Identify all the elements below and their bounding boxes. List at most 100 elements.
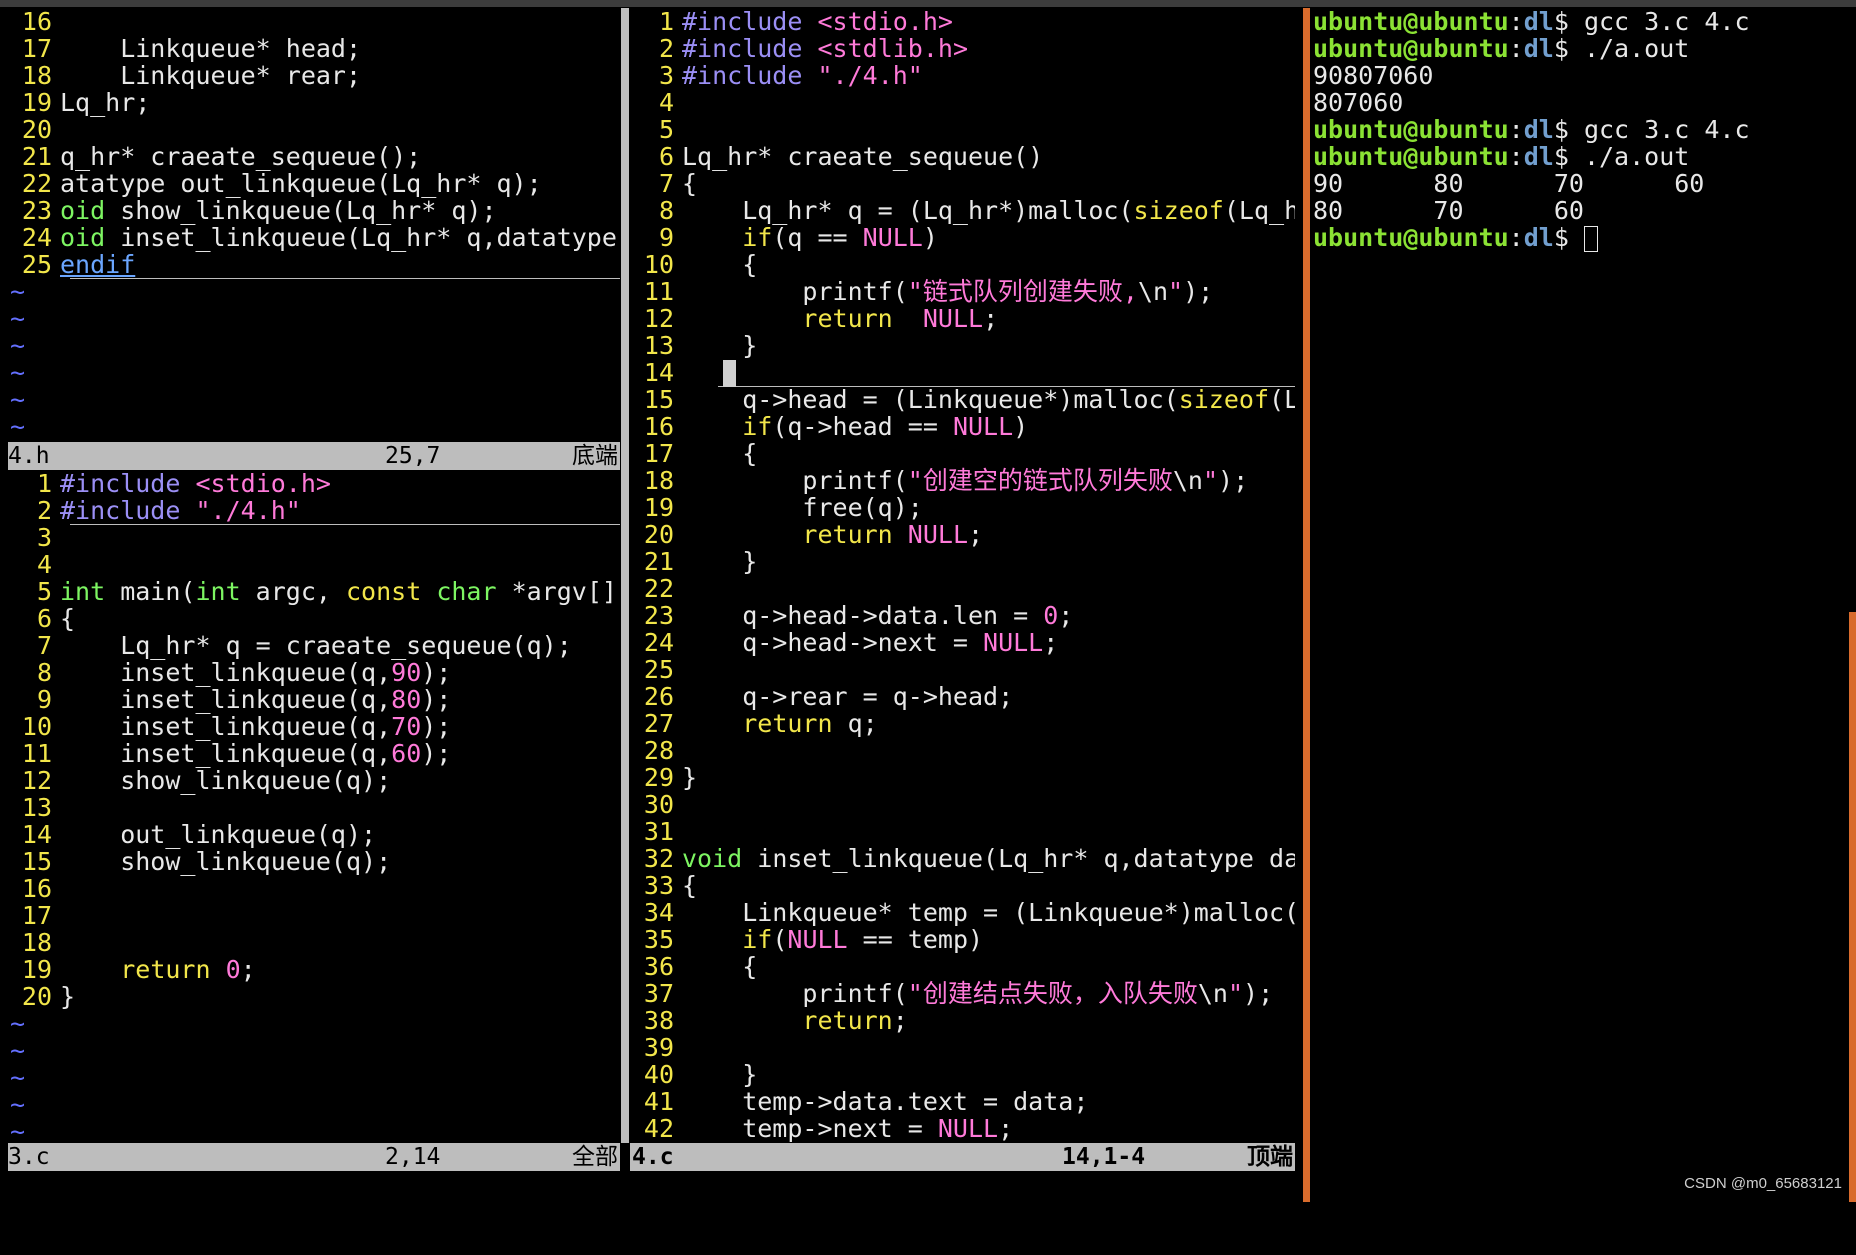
line-number: 11 bbox=[643, 277, 674, 306]
code-line[interactable]: 37 printf("创建结点失败，入队失败\n"); bbox=[630, 980, 1295, 1007]
code-line[interactable]: 5 int main(int argc, const char *argv[]) bbox=[8, 578, 620, 605]
code-line[interactable]: 21 q_hr* craeate_sequeue(); bbox=[8, 143, 620, 170]
code-line[interactable]: 22 atatype out_linkqueue(Lq_hr* q); bbox=[8, 170, 620, 197]
code-line[interactable]: 17 { bbox=[630, 440, 1295, 467]
code-line[interactable]: 12 return NULL; bbox=[630, 305, 1295, 332]
code-line[interactable]: 11 printf("链式队列创建失败,\n"); bbox=[630, 278, 1295, 305]
terminal-line: 90807060 bbox=[1313, 62, 1853, 89]
code-line[interactable]: 12 show_linkqueue(q); bbox=[8, 767, 620, 794]
code-line[interactable]: 13 bbox=[8, 794, 620, 821]
code-line[interactable]: 2 #include <stdlib.h> bbox=[630, 35, 1295, 62]
code-line[interactable]: 11 inset_linkqueue(q,60); bbox=[8, 740, 620, 767]
code-line[interactable]: 1 #include <stdio.h> bbox=[8, 470, 620, 497]
prompt-user-host: ubuntu@ubuntu bbox=[1313, 34, 1509, 63]
code-line[interactable]: 27 return q; bbox=[630, 710, 1295, 737]
line-text: show_linkqueue(q); bbox=[60, 847, 392, 876]
terminal-divider[interactable] bbox=[1303, 8, 1310, 1202]
line-number: 31 bbox=[643, 817, 674, 846]
code-line[interactable]: 6{ bbox=[8, 605, 620, 632]
code-line[interactable]: 3 #include "./4.h" bbox=[630, 62, 1295, 89]
code-line[interactable]: 29} bbox=[630, 764, 1295, 791]
code-line[interactable]: 18 Linkqueue* rear; bbox=[8, 62, 620, 89]
code-area-4c[interactable]: 1 #include <stdio.h> 2 #include <stdlib.h> 3… bbox=[630, 8, 1295, 1142]
code-line[interactable]: 19 free(q); bbox=[630, 494, 1295, 521]
code-line[interactable]: 3 bbox=[8, 524, 620, 551]
line-text: printf("创建结点失败，入队失败\n"); bbox=[682, 979, 1274, 1008]
line-number: 32 bbox=[643, 844, 674, 873]
line-text: inset_linkqueue(q,70); bbox=[60, 712, 452, 741]
code-line[interactable]: 21 } bbox=[630, 548, 1295, 575]
code-line[interactable]: 7{ bbox=[630, 170, 1295, 197]
line-number: 20 bbox=[21, 982, 52, 1011]
line-number: 20 bbox=[21, 115, 52, 144]
code-line[interactable]: 38 return; bbox=[630, 1007, 1295, 1034]
vertical-split-separator[interactable] bbox=[621, 8, 629, 1143]
code-line[interactable]: 40 } bbox=[630, 1061, 1295, 1088]
code-area-3c[interactable]: 1 #include <stdio.h> 2 #include "./4.h" 3 4 5 i… bbox=[8, 470, 620, 1143]
code-line[interactable]: 4 bbox=[630, 89, 1295, 116]
code-line[interactable]: 22 bbox=[630, 575, 1295, 602]
code-line[interactable]: 9 inset_linkqueue(q,80); bbox=[8, 686, 620, 713]
code-area-4h[interactable]: 16 17 Linkqueue* head; 18 Linkqueue* rear;… bbox=[8, 8, 620, 440]
code-line[interactable]: 26 q->rear = q->head; bbox=[630, 683, 1295, 710]
code-line[interactable]: 8 Lq_hr* q = (Lq_hr*)malloc(sizeof(Lq_hr… bbox=[630, 197, 1295, 224]
code-line[interactable]: 15 show_linkqueue(q); bbox=[8, 848, 620, 875]
terminal-cursor[interactable] bbox=[1583, 226, 1598, 252]
code-line[interactable]: 31 bbox=[630, 818, 1295, 845]
code-line[interactable]: 18 printf("创建空的链式队列失败\n"); bbox=[630, 467, 1295, 494]
code-line[interactable]: 36 { bbox=[630, 953, 1295, 980]
code-line[interactable]: 35 if(NULL == temp) bbox=[630, 926, 1295, 953]
code-line[interactable]: 16 bbox=[8, 875, 620, 902]
prompt-path: dl bbox=[1523, 142, 1554, 171]
code-line[interactable]: 14 out_linkqueue(q); bbox=[8, 821, 620, 848]
code-line[interactable]: 2 #include "./4.h" bbox=[8, 497, 620, 524]
code-line[interactable]: 13 } bbox=[630, 332, 1295, 359]
code-line[interactable]: 25 bbox=[630, 656, 1295, 683]
code-line[interactable]: 9 if(q == NULL) bbox=[630, 224, 1295, 251]
code-line[interactable]: 17 bbox=[8, 902, 620, 929]
prompt-path: dl bbox=[1523, 115, 1554, 144]
code-line[interactable]: 19 return 0; bbox=[8, 956, 620, 983]
code-line[interactable]: 41 temp->data.text = data; bbox=[630, 1088, 1295, 1115]
editor-pane-3c[interactable]: 1 #include <stdio.h> 2 #include "./4.h" 3 4 5 i… bbox=[8, 470, 620, 1143]
code-line[interactable]: 8 inset_linkqueue(q,90); bbox=[8, 659, 620, 686]
terminal-scrollbar[interactable] bbox=[1849, 612, 1856, 1202]
code-line[interactable]: 10 inset_linkqueue(q,70); bbox=[8, 713, 620, 740]
code-line[interactable]: 20 bbox=[8, 116, 620, 143]
code-line[interactable]: 15 q->head = (Linkqueue*)malloc(sizeof(L… bbox=[630, 386, 1295, 413]
code-line[interactable]: 25 endif bbox=[8, 251, 620, 278]
code-line[interactable]: 28 bbox=[630, 737, 1295, 764]
line-number: 5 bbox=[658, 115, 674, 144]
code-line[interactable]: 18 bbox=[8, 929, 620, 956]
code-line[interactable]: 24 q->head->next = NULL; bbox=[630, 629, 1295, 656]
terminal-output[interactable]: ubuntu@ubuntu:dl$ gcc 3.c 4.c ubuntu@ubun… bbox=[1313, 8, 1853, 252]
code-line[interactable]: 1 #include <stdio.h> bbox=[630, 8, 1295, 35]
code-line[interactable]: 23 oid show_linkqueue(Lq_hr* q); bbox=[8, 197, 620, 224]
prompt-user-host: ubuntu@ubuntu bbox=[1313, 223, 1509, 252]
code-line[interactable]: 20} bbox=[8, 983, 620, 1010]
code-line[interactable]: 33 { bbox=[630, 872, 1295, 899]
code-line[interactable]: 4 bbox=[8, 551, 620, 578]
code-line[interactable]: 20 return NULL; bbox=[630, 521, 1295, 548]
code-line[interactable]: 42 temp->next = NULL; bbox=[630, 1115, 1295, 1142]
code-line[interactable]: 5 bbox=[630, 116, 1295, 143]
code-line[interactable]: 7 Lq_hr* q = craeate_sequeue(q); bbox=[8, 632, 620, 659]
code-line[interactable]: 6 Lq_hr* craeate_sequeue() bbox=[630, 143, 1295, 170]
code-line[interactable]: 19 Lq_hr; bbox=[8, 89, 620, 116]
code-line[interactable]: 16 if(q->head == NULL) bbox=[630, 413, 1295, 440]
code-line[interactable]: 16 bbox=[8, 8, 620, 35]
code-line[interactable]: 17 Linkqueue* head; bbox=[8, 35, 620, 62]
code-line[interactable]: 10 { bbox=[630, 251, 1295, 278]
code-line[interactable]: 30 bbox=[630, 791, 1295, 818]
line-text: #include <stdlib.h> bbox=[682, 34, 968, 63]
code-line[interactable]: 34 Linkqueue* temp = (Linkqueue*)malloc(… bbox=[630, 899, 1295, 926]
code-line[interactable]: 32 void inset_linkqueue(Lq_hr* q,datatype… bbox=[630, 845, 1295, 872]
prompt-path: dl bbox=[1523, 223, 1554, 252]
code-line[interactable]: 24 oid inset_linkqueue(Lq_hr* q,datatype … bbox=[8, 224, 620, 251]
line-number: 3 bbox=[36, 523, 52, 552]
code-line[interactable]: 23 q->head->data.len = 0; bbox=[630, 602, 1295, 629]
line-number: 23 bbox=[643, 601, 674, 630]
code-line[interactable]: 39 bbox=[630, 1034, 1295, 1061]
editor-pane-4c[interactable]: 1 #include <stdio.h> 2 #include <stdlib.h> 3… bbox=[630, 8, 1295, 1143]
editor-pane-4h[interactable]: 16 17 Linkqueue* head; 18 Linkqueue* rear;… bbox=[8, 8, 620, 442]
